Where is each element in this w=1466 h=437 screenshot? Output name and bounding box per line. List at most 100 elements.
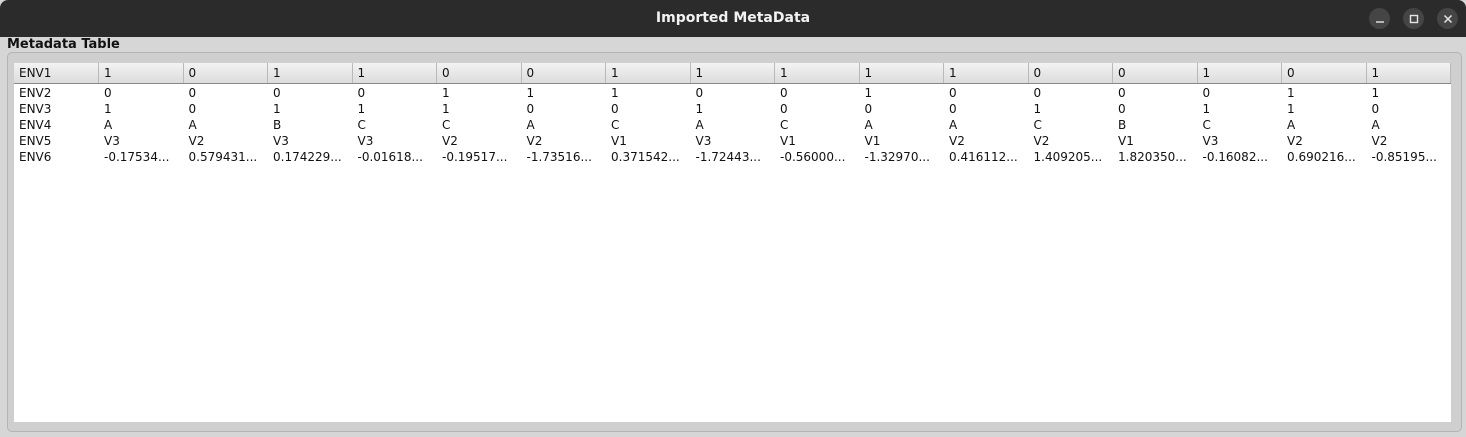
table-cell[interactable]: 0.371542...	[606, 149, 691, 165]
table-header-cell[interactable]: 1	[691, 63, 775, 83]
table-cell[interactable]: 1	[1198, 101, 1283, 117]
table-header-first-cell[interactable]: ENV1	[14, 63, 99, 83]
table-cell[interactable]: A	[184, 117, 269, 133]
table-cell[interactable]: 0	[1113, 101, 1198, 117]
table-cell[interactable]: 0	[944, 85, 1029, 101]
table-cell[interactable]: 1	[99, 101, 184, 117]
table-cell[interactable]: 0	[860, 101, 945, 117]
table-cell[interactable]: 0.690216...	[1282, 149, 1367, 165]
row-label-cell[interactable]: ENV5	[14, 133, 99, 149]
table-cell[interactable]: 1	[1282, 85, 1367, 101]
table-header-cell[interactable]: 0	[437, 63, 522, 83]
table-cell[interactable]: 0	[1113, 85, 1198, 101]
table-header-cell[interactable]: 1	[1198, 63, 1282, 83]
table-header-cell[interactable]: 1	[268, 63, 353, 83]
table-header-cell[interactable]: 0	[1282, 63, 1367, 83]
table-cell[interactable]: 1	[268, 101, 353, 117]
table-row[interactable]: ENV4 A A B C C A C A C A A C B C A A	[14, 117, 1451, 133]
table-header-cell[interactable]: 1	[860, 63, 944, 83]
table-cell[interactable]: 1.409205...	[1029, 149, 1114, 165]
table-cell[interactable]: V3	[1198, 133, 1283, 149]
table-cell[interactable]: 1	[1282, 101, 1367, 117]
row-label-cell[interactable]: ENV2	[14, 85, 99, 101]
table-cell[interactable]: 0.579431...	[184, 149, 269, 165]
table-cell[interactable]: A	[522, 117, 607, 133]
table-cell[interactable]: A	[99, 117, 184, 133]
table-row[interactable]: ENV3 1 0 1 1 1 0 0 1 0 0 0 1 0 1 1 0	[14, 101, 1451, 117]
table-cell[interactable]: A	[860, 117, 945, 133]
table-cell[interactable]: A	[691, 117, 776, 133]
table-cell[interactable]: -1.72443...	[691, 149, 776, 165]
table-row[interactable]: ENV5 V3 V2 V3 V3 V2 V2 V1 V3 V1 V1 V2 V2 V1 V3 V2 V2	[14, 133, 1451, 149]
table-cell[interactable]: V1	[1113, 133, 1198, 149]
table-cell[interactable]: A	[944, 117, 1029, 133]
table-cell[interactable]: C	[606, 117, 691, 133]
table-cell[interactable]: 1	[606, 85, 691, 101]
table-header-cell[interactable]: 0	[1113, 63, 1198, 83]
table-cell[interactable]: 0	[775, 85, 860, 101]
table-cell[interactable]: V2	[437, 133, 522, 149]
metadata-table[interactable]: ENV1 1 0 1 1 0 0 1 1 1 1 1 0 0 1 0 1 ENV2 0 0 0 0 1 1 1 0 0 1 0 0 0 0 1…	[14, 63, 1451, 422]
table-cell[interactable]: 0	[99, 85, 184, 101]
table-cell[interactable]: 0	[691, 85, 776, 101]
table-cell[interactable]: 0.416112...	[944, 149, 1029, 165]
minimize-button[interactable]	[1369, 8, 1390, 29]
table-cell[interactable]: 1	[1367, 85, 1452, 101]
table-cell[interactable]: 1	[437, 101, 522, 117]
table-cell[interactable]: -1.32970...	[860, 149, 945, 165]
table-cell[interactable]: 1	[353, 101, 438, 117]
table-cell[interactable]: 0	[268, 85, 353, 101]
table-cell[interactable]: 0	[775, 101, 860, 117]
table-row[interactable]: ENV6 -0.17534... 0.579431... 0.174229... -0.…	[14, 149, 1451, 165]
table-header-cell[interactable]: 1	[775, 63, 860, 83]
table-cell[interactable]: V2	[522, 133, 607, 149]
table-cell[interactable]: C	[353, 117, 438, 133]
close-button[interactable]	[1437, 8, 1458, 29]
row-label-cell[interactable]: ENV4	[14, 117, 99, 133]
table-cell[interactable]: -0.56000...	[775, 149, 860, 165]
table-cell[interactable]: V2	[1367, 133, 1452, 149]
table-cell[interactable]: V2	[944, 133, 1029, 149]
table-cell[interactable]: 0	[944, 101, 1029, 117]
table-cell[interactable]: 1	[691, 101, 776, 117]
table-cell[interactable]: V2	[184, 133, 269, 149]
table-cell[interactable]: 1	[522, 85, 607, 101]
table-cell[interactable]: V2	[1282, 133, 1367, 149]
table-header-cell[interactable]: 1	[353, 63, 437, 83]
table-cell[interactable]: V2	[1029, 133, 1114, 149]
table-cell[interactable]: V1	[860, 133, 945, 149]
table-cell[interactable]: 0	[1367, 101, 1452, 117]
table-cell[interactable]: V3	[691, 133, 776, 149]
table-cell[interactable]: A	[1282, 117, 1367, 133]
table-cell[interactable]: C	[1198, 117, 1283, 133]
table-cell[interactable]: V1	[775, 133, 860, 149]
table-header-cell[interactable]: 1	[1367, 63, 1451, 83]
table-cell[interactable]: 0	[184, 101, 269, 117]
table-cell[interactable]: 0.174229...	[268, 149, 353, 165]
table-header-cell[interactable]: 1	[99, 63, 184, 83]
table-header-cell[interactable]: 0	[1029, 63, 1113, 83]
table-cell[interactable]: 1	[1029, 101, 1114, 117]
table-cell[interactable]: -0.85195...	[1367, 149, 1452, 165]
table-cell[interactable]: 0	[1029, 85, 1114, 101]
table-header-cell[interactable]: 0	[184, 63, 268, 83]
maximize-button[interactable]	[1403, 8, 1424, 29]
table-cell[interactable]: 1.820350...	[1113, 149, 1198, 165]
table-cell[interactable]: C	[1029, 117, 1114, 133]
table-cell[interactable]: -0.01618...	[353, 149, 438, 165]
table-cell[interactable]: 0	[606, 101, 691, 117]
table-cell[interactable]: C	[775, 117, 860, 133]
table-cell[interactable]: -0.19517...	[437, 149, 522, 165]
table-cell[interactable]: B	[268, 117, 353, 133]
table-cell[interactable]: V3	[268, 133, 353, 149]
table-cell[interactable]: -1.73516...	[522, 149, 607, 165]
table-header-cell[interactable]: 1	[944, 63, 1029, 83]
row-label-cell[interactable]: ENV3	[14, 101, 99, 117]
table-cell[interactable]: -0.16082...	[1198, 149, 1283, 165]
table-cell[interactable]: 1	[437, 85, 522, 101]
table-cell[interactable]: 0	[353, 85, 438, 101]
table-header-row[interactable]: ENV1 1 0 1 1 0 0 1 1 1 1 1 0 0 1 0 1	[14, 63, 1451, 84]
table-cell[interactable]: V1	[606, 133, 691, 149]
title-bar[interactable]: Imported MetaData	[0, 0, 1466, 37]
table-cell[interactable]: A	[1367, 117, 1452, 133]
